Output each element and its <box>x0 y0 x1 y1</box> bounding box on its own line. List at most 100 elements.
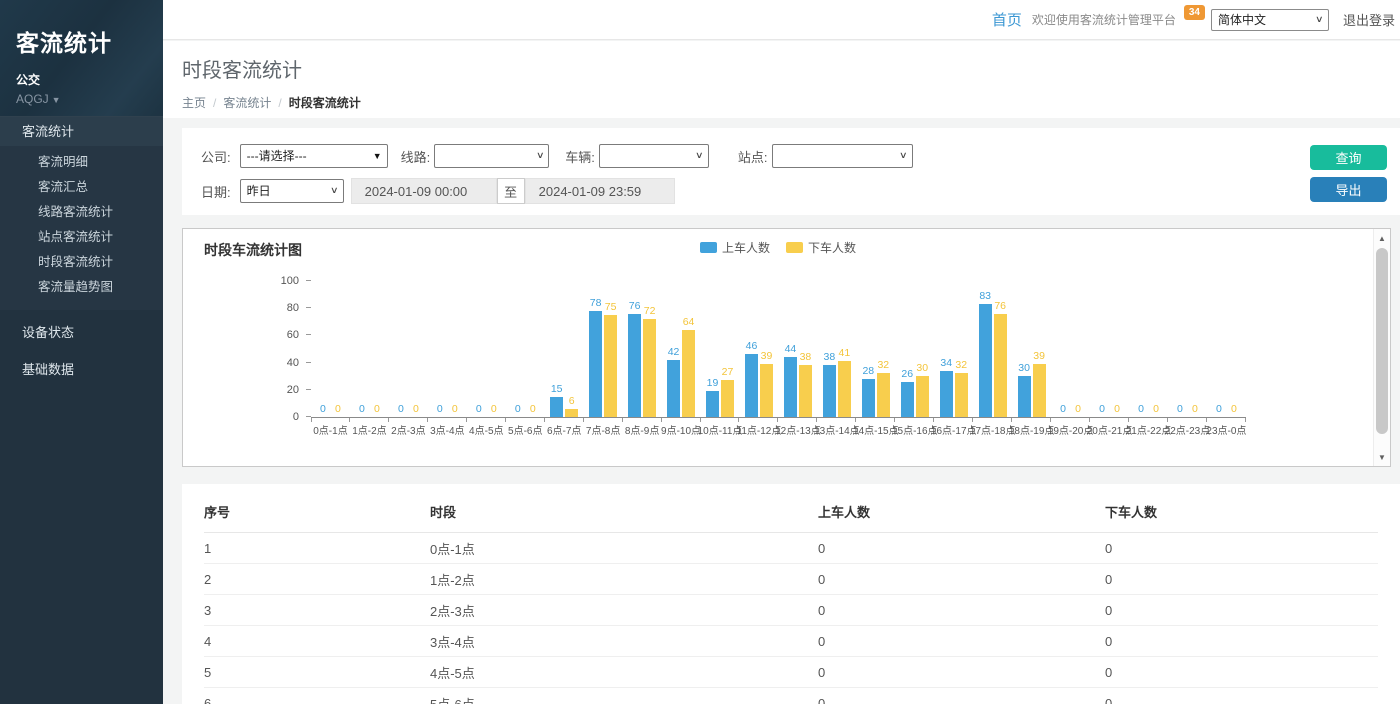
bar-group: 0021点-22点 <box>1129 282 1168 417</box>
chart-plot: 020406080100 000点-1点001点-2点002点-3点003点-4… <box>311 282 1246 418</box>
bar-rect <box>1018 376 1031 417</box>
table-row: 43点-4点00 <box>204 626 1378 657</box>
language-select[interactable]: 简体中文 <box>1211 9 1329 31</box>
bar-value-label: 38 <box>800 351 812 363</box>
bar-value-label: 76 <box>629 300 641 312</box>
x-tick-label: 4点-5点 <box>469 422 503 437</box>
home-link[interactable]: 首页 <box>992 9 1022 30</box>
scrollbar-thumb[interactable] <box>1376 248 1388 434</box>
logout-link[interactable]: 退出登录 <box>1343 10 1395 29</box>
bar-rect <box>955 373 968 417</box>
filter-row-2: 日期: 昨日 2024-01-09 00:00 至 2024-01-09 23:… <box>182 178 1400 204</box>
breadcrumb-item[interactable]: 客流统计 <box>223 96 271 110</box>
language-select-wrapper: 简体中文 <box>1211 9 1329 31</box>
bar-group: 192710点-11点 <box>701 282 740 417</box>
station-label: 站点: <box>738 147 768 166</box>
sidebar-subitem[interactable]: 站点客流统计 <box>0 225 163 250</box>
bar-rect <box>901 382 914 417</box>
bar-rect <box>643 319 656 417</box>
bar-group: 003点-4点 <box>428 282 467 417</box>
bar-value-label: 0 <box>1075 403 1081 415</box>
bar-value-label: 0 <box>1138 403 1144 415</box>
bar-rect <box>589 311 602 417</box>
bar-value-label: 28 <box>862 365 874 377</box>
bar-value-label: 64 <box>683 316 695 328</box>
bar-value-label: 0 <box>530 403 536 415</box>
bar: 64 <box>682 316 695 417</box>
table-panel: 序号时段上车人数下车人数 10点-1点0021点-2点0032点-3点0043点… <box>182 484 1400 704</box>
brand-area: 客流统计 公交 AQGJ▼ <box>0 0 163 116</box>
bar-rect <box>760 364 773 417</box>
bar: 32 <box>877 359 890 417</box>
app-title: 客流统计 <box>16 24 147 58</box>
table-cell: 0 <box>818 688 1105 704</box>
sidebar-subitem[interactable]: 客流量趋势图 <box>0 275 163 300</box>
bar-value-label: 27 <box>722 366 734 378</box>
sidebar-subitem[interactable]: 客流汇总 <box>0 175 163 200</box>
bar-group: 0022点-23点 <box>1168 282 1207 417</box>
bar: 0 <box>1149 403 1162 417</box>
bar-value-label: 0 <box>1060 403 1066 415</box>
table-cell: 3点-4点 <box>430 626 818 657</box>
sidebar-item-device-status[interactable]: 设备状态 <box>0 319 163 347</box>
breadcrumb-item[interactable]: 主页 <box>182 96 206 110</box>
bar-rect <box>784 357 797 417</box>
scroll-up-icon[interactable]: ▲ <box>1374 230 1390 246</box>
notification-badge[interactable]: 34 <box>1184 5 1205 20</box>
bar-rect <box>979 304 992 417</box>
line-label: 线路: <box>401 147 431 166</box>
bar-group: 343216点-17点 <box>934 282 973 417</box>
bar: 0 <box>370 403 383 417</box>
export-button[interactable]: 导出 <box>1310 177 1387 202</box>
bar-group: 004点-5点 <box>467 282 506 417</box>
chart-bars: 000点-1点001点-2点002点-3点003点-4点004点-5点005点-… <box>311 282 1246 417</box>
bar-value-label: 0 <box>359 403 365 415</box>
sidebar-item-passenger-stats[interactable]: 客流统计 <box>0 116 163 146</box>
bar-value-label: 0 <box>452 403 458 415</box>
line-select[interactable] <box>434 144 549 168</box>
sidebar-subitem[interactable]: 时段客流统计 <box>0 250 163 275</box>
chart-scrollbar[interactable]: ▲ ▼ <box>1373 229 1390 466</box>
org-code-dropdown[interactable]: AQGJ▼ <box>16 92 147 106</box>
date-to-input[interactable]: 2024-01-09 23:59 <box>525 178 675 204</box>
date-preset-select[interactable]: 昨日 <box>240 179 344 203</box>
bar-group: 1566点-7点 <box>545 282 584 417</box>
y-tick-label: 20 <box>259 384 299 396</box>
bar-value-label: 0 <box>1231 403 1237 415</box>
bar-group: 443812点-13点 <box>778 282 817 417</box>
sidebar-subitem[interactable]: 线路客流统计 <box>0 200 163 225</box>
table-cell: 0点-1点 <box>430 533 818 564</box>
bar: 28 <box>862 365 875 417</box>
legend-item[interactable]: 上车人数 <box>700 239 770 256</box>
legend-item[interactable]: 下车人数 <box>786 239 856 256</box>
query-button[interactable]: 查询 <box>1310 145 1387 170</box>
company-select[interactable]: ---请选择--- <box>240 144 388 168</box>
vehicle-select-wrapper <box>599 144 709 168</box>
date-range-separator: 至 <box>497 178 525 204</box>
bar-rect <box>940 371 953 417</box>
table-cell: 0 <box>818 626 1105 657</box>
table-row: 32点-3点00 <box>204 595 1378 626</box>
bar-rect <box>604 315 617 417</box>
table-cell: 0 <box>1105 626 1378 657</box>
date-from-input[interactable]: 2024-01-09 00:00 <box>351 178 497 204</box>
station-select-wrapper <box>772 144 913 168</box>
table-row: 10点-1点00 <box>204 533 1378 564</box>
bar: 15 <box>550 383 563 417</box>
bar-group: 263015点-16点 <box>895 282 934 417</box>
bar: 0 <box>1111 403 1124 417</box>
scroll-down-icon[interactable]: ▼ <box>1374 449 1390 465</box>
sidebar-item-base-data[interactable]: 基础数据 <box>0 356 163 384</box>
org-name: 公交 <box>16 71 147 88</box>
sidebar-subitem[interactable]: 客流明细 <box>0 150 163 175</box>
vehicle-select[interactable] <box>599 144 709 168</box>
station-select[interactable] <box>772 144 913 168</box>
bar: 26 <box>901 368 914 417</box>
bar-rect <box>745 354 758 417</box>
bar: 0 <box>526 403 539 417</box>
bar-value-label: 0 <box>1153 403 1159 415</box>
x-tick-label: 0点-1点 <box>313 422 347 437</box>
bar-rect <box>706 391 719 417</box>
bar: 42 <box>667 346 680 417</box>
legend-swatch <box>700 242 717 253</box>
